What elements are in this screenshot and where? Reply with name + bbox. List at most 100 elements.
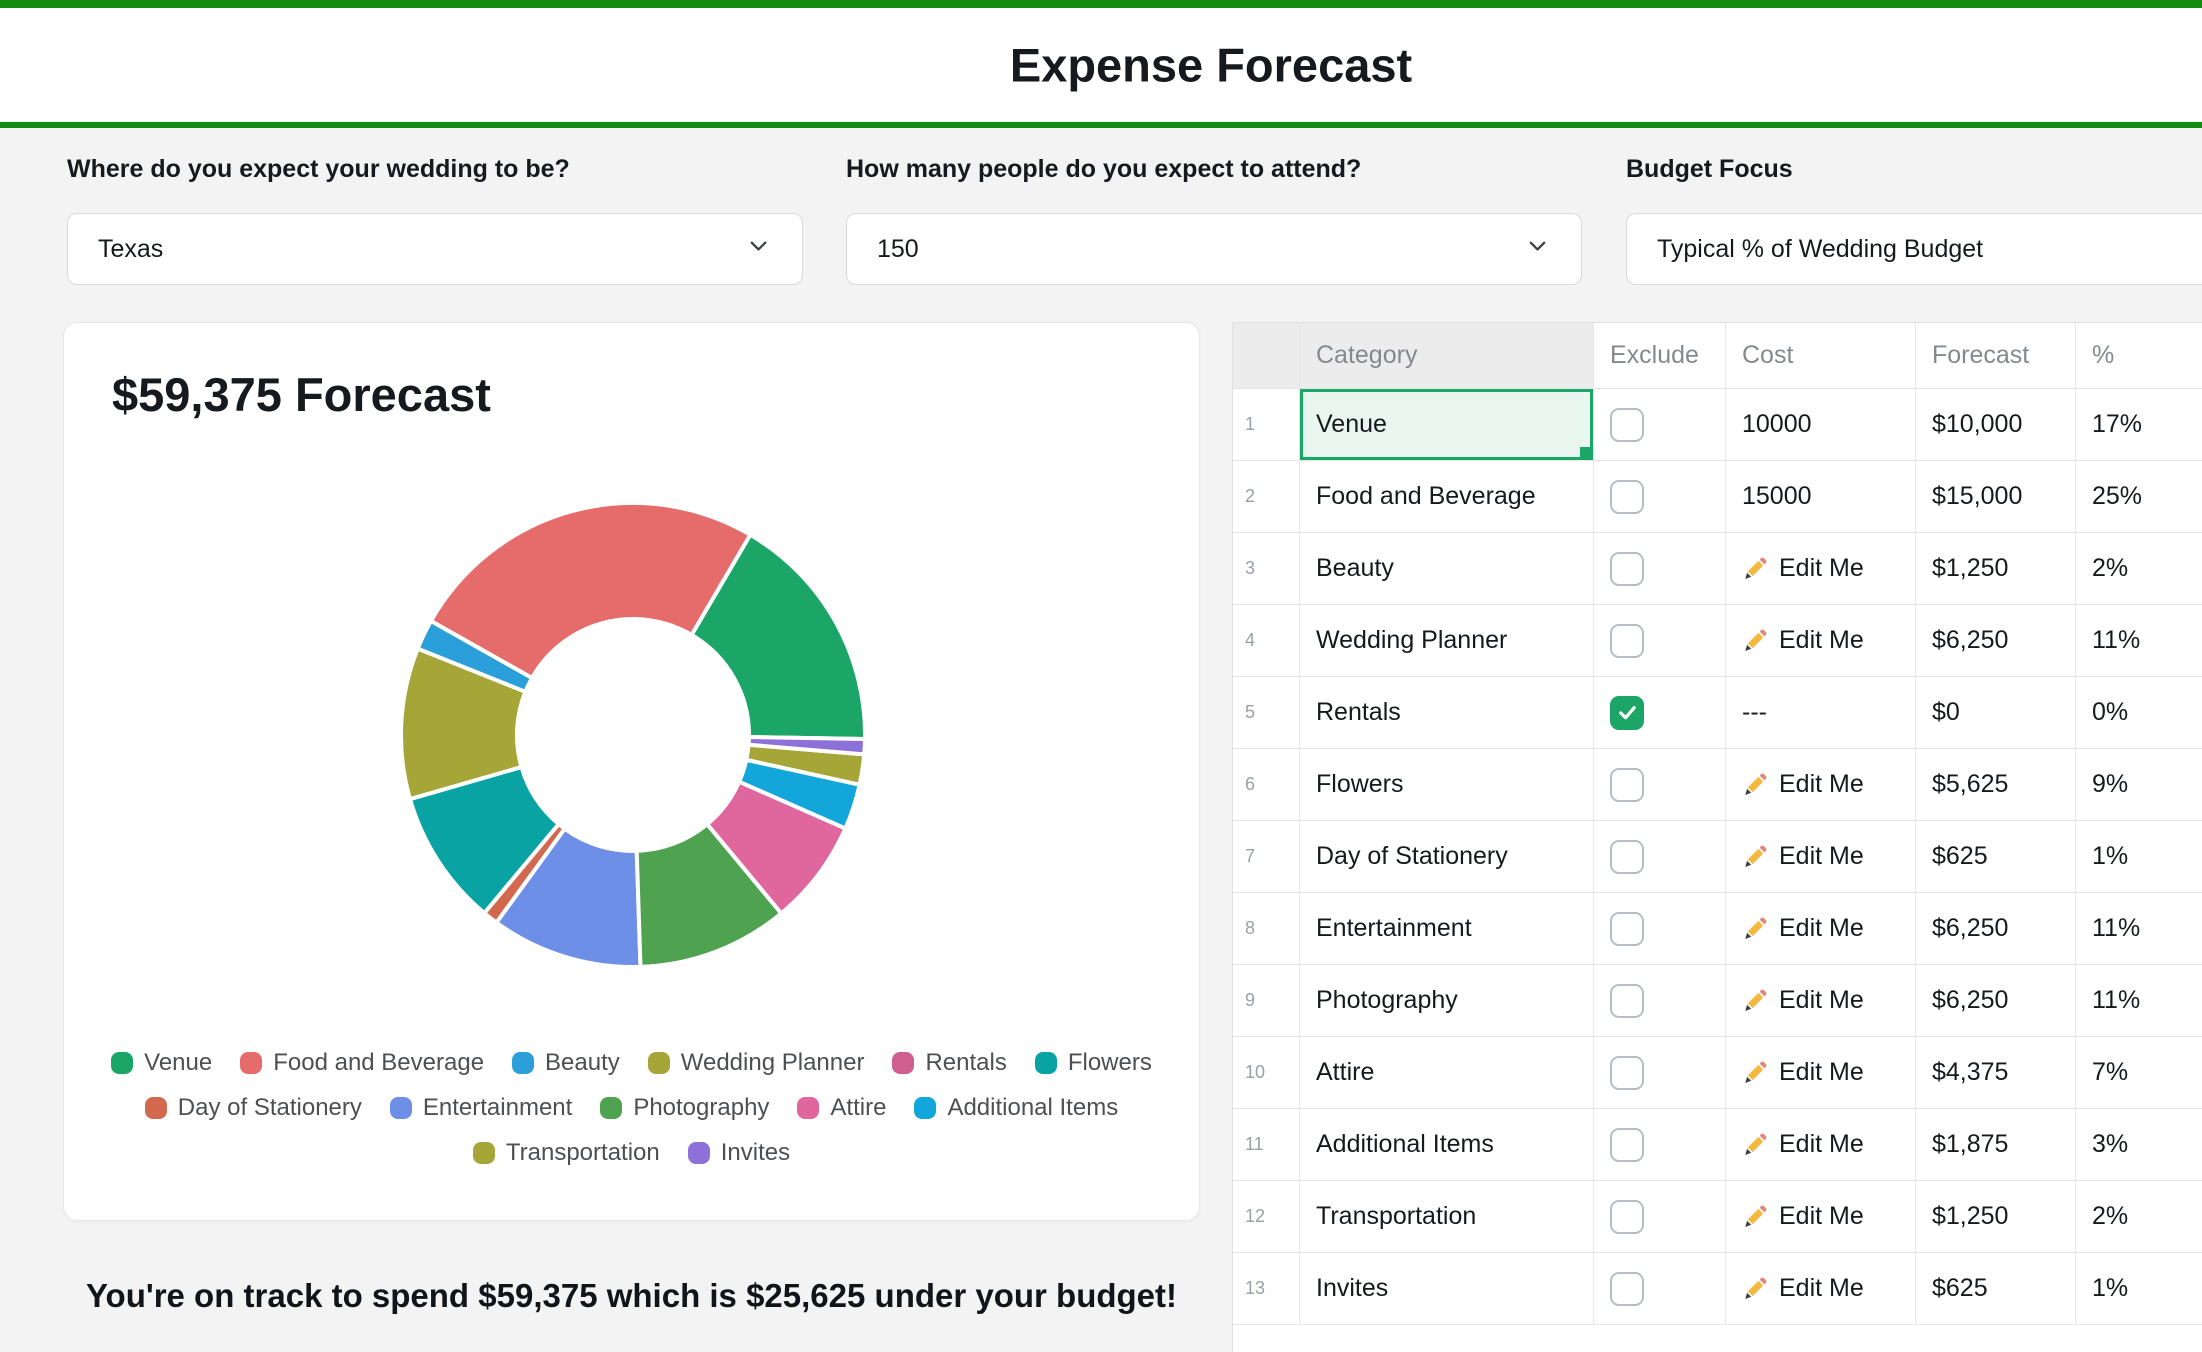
forecast-cell[interactable]: $15,000 bbox=[1916, 461, 2076, 533]
exclude-checkbox[interactable] bbox=[1610, 407, 1644, 442]
category-cell[interactable]: Flowers bbox=[1300, 749, 1594, 821]
category-cell[interactable]: Attire bbox=[1300, 1037, 1594, 1109]
row-number[interactable]: 4 bbox=[1233, 605, 1300, 677]
forecast-cell[interactable]: $1,875 bbox=[1916, 1109, 2076, 1181]
exclude-checkbox[interactable] bbox=[1610, 983, 1644, 1018]
fill-handle[interactable] bbox=[1580, 447, 1591, 458]
row-number[interactable]: 7 bbox=[1233, 821, 1300, 893]
percent-cell[interactable]: 17% bbox=[2076, 389, 2202, 461]
exclude-checkbox[interactable] bbox=[1610, 839, 1644, 874]
forecast-cell[interactable]: $625 bbox=[1916, 1253, 2076, 1325]
forecast-cell[interactable]: $5,625 bbox=[1916, 749, 2076, 821]
column-header-percent[interactable]: % bbox=[2076, 323, 2202, 389]
exclude-checkbox[interactable] bbox=[1610, 1199, 1644, 1234]
location-select[interactable]: Texas bbox=[67, 213, 803, 285]
percent-cell[interactable]: 0% bbox=[2076, 677, 2202, 749]
cost-cell[interactable]: --- bbox=[1726, 677, 1916, 749]
category-cell[interactable]: Rentals bbox=[1300, 677, 1594, 749]
percent-cell[interactable]: 11% bbox=[2076, 605, 2202, 677]
exclude-checkbox[interactable] bbox=[1610, 479, 1644, 514]
row-number[interactable]: 5 bbox=[1233, 677, 1300, 749]
budget-focus-select[interactable]: Typical % of Wedding Budget bbox=[1626, 213, 2202, 285]
percent-cell[interactable]: 9% bbox=[2076, 749, 2202, 821]
column-header-exclude[interactable]: Exclude bbox=[1594, 323, 1726, 389]
percent-cell[interactable]: 1% bbox=[2076, 1253, 2202, 1325]
forecast-cell[interactable]: $10,000 bbox=[1916, 389, 2076, 461]
edit-me-button[interactable]: Edit Me bbox=[1742, 554, 1864, 583]
percent-cell[interactable]: 11% bbox=[2076, 893, 2202, 965]
percent-cell[interactable]: 25% bbox=[2076, 461, 2202, 533]
edit-me-button[interactable]: Edit Me bbox=[1742, 842, 1864, 871]
exclude-checkbox[interactable] bbox=[1610, 767, 1644, 802]
category-cell[interactable]: Day of Stationery bbox=[1300, 821, 1594, 893]
exclude-checkbox[interactable] bbox=[1610, 695, 1644, 730]
cost-cell[interactable]: Edit Me bbox=[1726, 1181, 1916, 1253]
percent-cell[interactable]: 1% bbox=[2076, 821, 2202, 893]
edit-me-button[interactable]: Edit Me bbox=[1742, 1202, 1864, 1231]
category-cell[interactable]: Venue bbox=[1300, 389, 1594, 461]
exclude-checkbox[interactable] bbox=[1610, 1127, 1644, 1162]
forecast-cell[interactable]: $6,250 bbox=[1916, 965, 2076, 1037]
exclude-checkbox[interactable] bbox=[1610, 623, 1644, 658]
percent-cell[interactable]: 2% bbox=[2076, 1181, 2202, 1253]
category-cell[interactable]: Photography bbox=[1300, 965, 1594, 1037]
edit-me-button[interactable]: Edit Me bbox=[1742, 626, 1864, 655]
legend-item[interactable]: Venue bbox=[111, 1049, 212, 1077]
edit-me-button[interactable]: Edit Me bbox=[1742, 914, 1864, 943]
exclude-checkbox[interactable] bbox=[1610, 551, 1644, 586]
row-number[interactable]: 1 bbox=[1233, 389, 1300, 461]
cost-cell[interactable]: Edit Me bbox=[1726, 605, 1916, 677]
edit-me-button[interactable]: Edit Me bbox=[1742, 1130, 1864, 1159]
category-cell[interactable]: Wedding Planner bbox=[1300, 605, 1594, 677]
category-cell[interactable]: Entertainment bbox=[1300, 893, 1594, 965]
percent-cell[interactable]: 3% bbox=[2076, 1109, 2202, 1181]
edit-me-button[interactable]: Edit Me bbox=[1742, 1274, 1864, 1303]
category-cell[interactable]: Beauty bbox=[1300, 533, 1594, 605]
category-cell[interactable]: Invites bbox=[1300, 1253, 1594, 1325]
forecast-cell[interactable]: $6,250 bbox=[1916, 605, 2076, 677]
cost-cell[interactable]: Edit Me bbox=[1726, 821, 1916, 893]
cost-cell[interactable]: Edit Me bbox=[1726, 533, 1916, 605]
legend-item[interactable]: Transportation bbox=[472, 1139, 660, 1167]
legend-item[interactable]: Entertainment bbox=[389, 1094, 572, 1122]
percent-cell[interactable]: 11% bbox=[2076, 965, 2202, 1037]
percent-cell[interactable]: 2% bbox=[2076, 533, 2202, 605]
cost-cell[interactable]: Edit Me bbox=[1726, 965, 1916, 1037]
percent-cell[interactable]: 7% bbox=[2076, 1037, 2202, 1109]
exclude-checkbox[interactable] bbox=[1610, 911, 1644, 946]
exclude-checkbox[interactable] bbox=[1610, 1271, 1644, 1306]
row-number[interactable]: 12 bbox=[1233, 1181, 1300, 1253]
cost-cell[interactable]: Edit Me bbox=[1726, 1109, 1916, 1181]
legend-item[interactable]: Flowers bbox=[1034, 1049, 1152, 1077]
category-cell[interactable]: Additional Items bbox=[1300, 1109, 1594, 1181]
legend-item[interactable]: Beauty bbox=[512, 1049, 620, 1077]
legend-item[interactable]: Invites bbox=[687, 1139, 790, 1167]
edit-me-button[interactable]: Edit Me bbox=[1742, 1058, 1864, 1087]
cost-cell[interactable]: Edit Me bbox=[1726, 1037, 1916, 1109]
row-number[interactable]: 10 bbox=[1233, 1037, 1300, 1109]
column-header-cost[interactable]: Cost bbox=[1726, 323, 1916, 389]
legend-item[interactable]: Attire bbox=[797, 1094, 886, 1122]
cost-cell[interactable]: Edit Me bbox=[1726, 1253, 1916, 1325]
cost-cell[interactable]: Edit Me bbox=[1726, 893, 1916, 965]
legend-item[interactable]: Food and Beverage bbox=[240, 1049, 484, 1077]
forecast-cell[interactable]: $1,250 bbox=[1916, 533, 2076, 605]
legend-item[interactable]: Wedding Planner bbox=[647, 1049, 864, 1077]
column-header-forecast[interactable]: Forecast bbox=[1916, 323, 2076, 389]
column-header-category[interactable]: Category bbox=[1300, 323, 1594, 389]
row-number[interactable]: 6 bbox=[1233, 749, 1300, 821]
row-number[interactable]: 11 bbox=[1233, 1109, 1300, 1181]
legend-item[interactable]: Day of Stationery bbox=[144, 1094, 362, 1122]
row-number[interactable]: 8 bbox=[1233, 893, 1300, 965]
category-cell[interactable]: Food and Beverage bbox=[1300, 461, 1594, 533]
edit-me-button[interactable]: Edit Me bbox=[1742, 770, 1864, 799]
category-cell[interactable]: Transportation bbox=[1300, 1181, 1594, 1253]
forecast-cell[interactable]: $1,250 bbox=[1916, 1181, 2076, 1253]
legend-item[interactable]: Additional Items bbox=[914, 1094, 1118, 1122]
row-number[interactable]: 3 bbox=[1233, 533, 1300, 605]
row-number[interactable]: 13 bbox=[1233, 1253, 1300, 1325]
exclude-checkbox[interactable] bbox=[1610, 1055, 1644, 1090]
forecast-cell[interactable]: $625 bbox=[1916, 821, 2076, 893]
legend-item[interactable]: Rentals bbox=[892, 1049, 1007, 1077]
guests-select[interactable]: 150 bbox=[846, 213, 1582, 285]
